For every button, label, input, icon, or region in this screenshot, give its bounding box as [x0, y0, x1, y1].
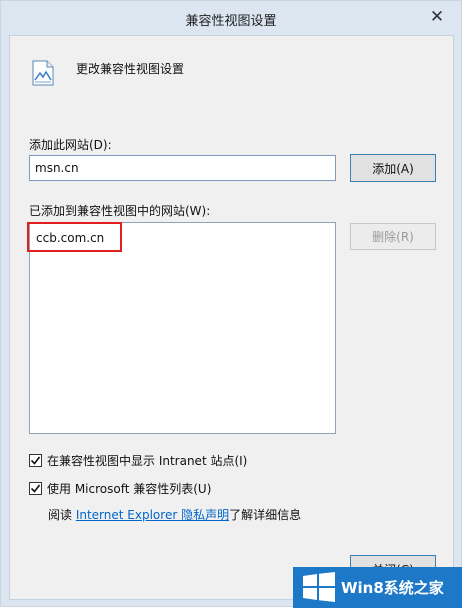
close-icon[interactable]: ✕: [425, 6, 449, 28]
title-bar: 兼容性视图设置 ✕: [1, 1, 461, 35]
site-list-label: 已添加到兼容性视图中的网站(W):: [29, 204, 211, 218]
privacy-info: 阅读 Internet Explorer 隐私声明了解详细信息: [48, 506, 301, 523]
checkmark-icon: [30, 456, 41, 465]
annotation-highlight-box: [27, 222, 122, 252]
watermark: Win8系统之家: [293, 567, 462, 608]
watermark-text: Win8系统之家: [341, 579, 444, 597]
compatibility-view-dialog: 兼容性视图设置 ✕ 更改兼容性视图设置 添加此网站(D): 添加(A) 已添加到…: [0, 0, 462, 608]
add-site-label: 添加此网站(D):: [29, 138, 112, 152]
site-list[interactable]: ccb.com.cn: [29, 222, 336, 434]
compatibility-view-icon: [32, 60, 54, 86]
checkmark-icon: [30, 484, 41, 493]
show-intranet-label: 在兼容性视图中显示 Intranet 站点(I): [47, 453, 248, 468]
windows-logo-icon: [303, 572, 335, 602]
use-ms-list-option[interactable]: 使用 Microsoft 兼容性列表(U): [29, 480, 211, 496]
use-ms-list-label: 使用 Microsoft 兼容性列表(U): [47, 481, 212, 496]
window-title: 兼容性视图设置: [185, 14, 277, 29]
header-text: 更改兼容性视图设置: [76, 62, 185, 76]
use-ms-list-checkbox[interactable]: [29, 481, 42, 495]
add-button[interactable]: 添加(A): [350, 154, 436, 182]
privacy-info-prefix: 阅读: [48, 508, 76, 522]
remove-button[interactable]: 删除(R): [350, 223, 436, 250]
add-site-input[interactable]: [29, 155, 336, 181]
dialog-body: 更改兼容性视图设置 添加此网站(D): 添加(A) 已添加到兼容性视图中的网站(…: [9, 35, 454, 600]
privacy-info-suffix: 了解详细信息: [229, 508, 302, 522]
show-intranet-option[interactable]: 在兼容性视图中显示 Intranet 站点(I): [29, 452, 247, 468]
privacy-statement-link[interactable]: Internet Explorer 隐私声明: [76, 508, 229, 522]
show-intranet-checkbox[interactable]: [29, 453, 42, 467]
